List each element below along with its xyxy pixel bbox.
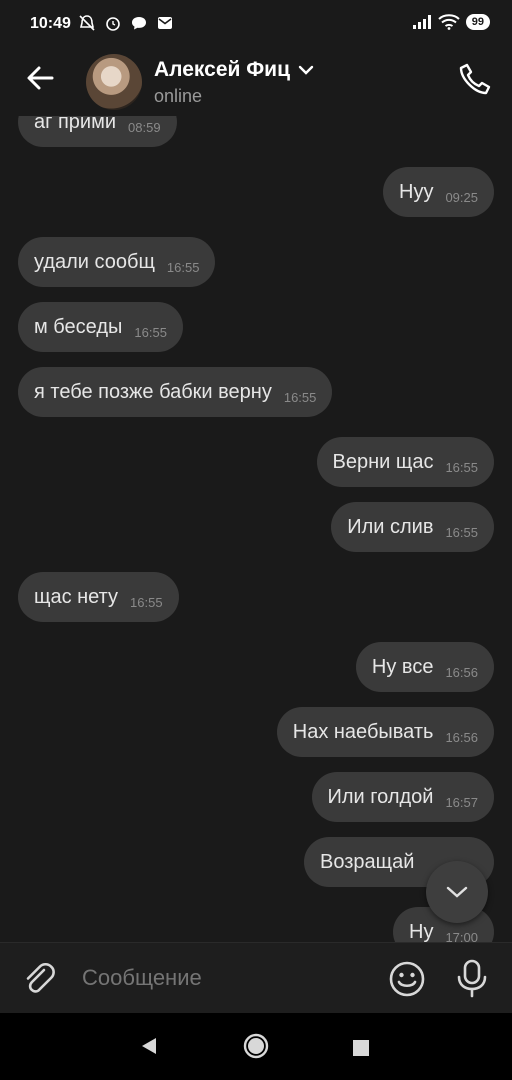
message-outgoing[interactable]: Ну все 16:56 (355, 642, 494, 692)
contact-status: online (154, 86, 203, 106)
nav-back-icon[interactable] (139, 1036, 159, 1056)
contact-name: Алексей Фиц (154, 58, 290, 81)
mail-icon (158, 17, 172, 29)
avatar[interactable] (86, 54, 142, 110)
chevron-down-icon (446, 886, 468, 898)
scroll-to-bottom-button[interactable] (426, 861, 488, 923)
dnd-bell-icon (79, 15, 95, 31)
nav-recents-icon[interactable] (352, 1039, 370, 1057)
message-outgoing[interactable]: Или слив 16:55 (331, 502, 494, 552)
chevron-down-icon (298, 65, 314, 75)
status-bar: 10:49 99 (0, 0, 512, 48)
message-composer (0, 942, 512, 1013)
message-input[interactable] (82, 965, 362, 991)
message-incoming[interactable]: м беседы 16:55 (18, 302, 183, 352)
arrow-left-icon[interactable] (24, 62, 56, 94)
message-outgoing[interactable]: Нах наебывать 16:56 (276, 707, 494, 757)
chat-notification-icon (132, 17, 146, 30)
smiley-icon[interactable] (388, 960, 426, 998)
message-list[interactable]: аг прими 08:59 Нуу 09:25 удали сообщ 16:… (0, 116, 512, 942)
message-incoming[interactable]: удали сообщ 16:55 (18, 237, 216, 287)
message-incoming[interactable]: я тебе позже бабки верну 16:55 (18, 367, 333, 417)
chat-header: Алексей Фиц online (0, 48, 512, 116)
message-incoming[interactable]: аг прими 08:59 (18, 116, 177, 147)
microphone-icon[interactable] (454, 958, 490, 998)
message-outgoing[interactable]: Верни щас 16:55 (316, 437, 494, 487)
message-outgoing[interactable]: Нуу 09:25 (383, 167, 494, 217)
message-incoming[interactable]: щас нету 16:55 (18, 572, 179, 622)
signal-icon (412, 15, 431, 29)
nav-home-icon[interactable] (242, 1032, 270, 1060)
alarm-icon (106, 17, 120, 31)
message-outgoing[interactable]: Или голдой 16:57 (311, 772, 494, 822)
contact-name-row[interactable]: Алексей Фиц (154, 58, 314, 82)
battery-indicator: 99 (465, 14, 490, 30)
system-navigation-bar (0, 1012, 512, 1080)
wifi-icon (438, 14, 460, 30)
status-time: 10:49 (30, 15, 71, 32)
phone-icon[interactable] (458, 62, 492, 96)
paperclip-icon[interactable] (20, 960, 58, 998)
